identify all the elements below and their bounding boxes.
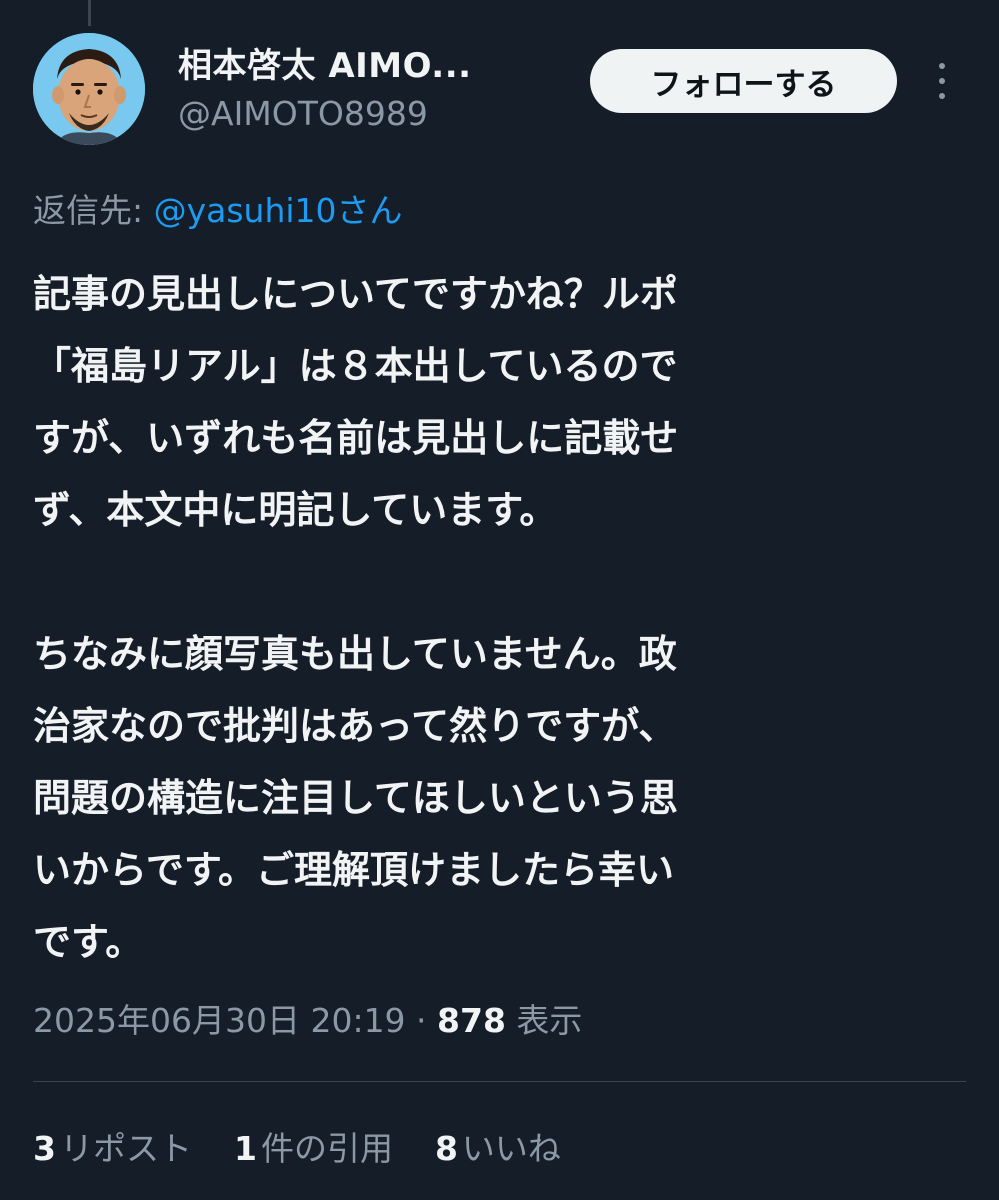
tweet-line: 記事の見出しについてですかね？ルポ <box>33 272 678 316</box>
likes-stat[interactable]: 8 いいね <box>435 1122 561 1170</box>
more-vertical-icon[interactable] <box>930 63 954 99</box>
quotes-stat[interactable]: 1 件の引用 <box>234 1122 393 1170</box>
more-dot <box>939 63 945 69</box>
more-dot <box>939 78 945 84</box>
reposts-label: リポスト <box>59 1129 192 1168</box>
reply-to-mention-link[interactable]: @yasuhi10さん <box>154 191 403 230</box>
tweet-line: です。 <box>33 920 144 964</box>
reply-to-prefix: 返信先: <box>33 191 154 230</box>
tweet-paragraph: 記事の見出しについてですかね？ルポ 「福島リアル」は８本出しているので すが、い… <box>33 258 953 546</box>
author-handle[interactable]: @AIMOTO8989 <box>178 94 428 133</box>
tweet-line: ちなみに顔写真も出していません。政 <box>33 632 677 676</box>
tweet-text: 記事の見出しについてですかね？ルポ 「福島リアル」は８本出しているので すが、い… <box>33 258 953 978</box>
tweet-line: 問題の構造に注目してほしいという思 <box>33 776 678 820</box>
views-label: 表示 <box>505 1001 583 1040</box>
tweet-line: すが、いずれも名前は見出しに記載せ <box>33 416 679 460</box>
engagement-stats: 3 リポスト 1 件の引用 8 いいね <box>33 1122 561 1170</box>
tweet-line: 「福島リアル」は８本出しているので <box>33 344 678 388</box>
reposts-count: 3 <box>33 1129 56 1168</box>
tweet-line: 治家なので批判はあって然りですが、 <box>33 704 677 748</box>
likes-count: 8 <box>434 1129 458 1168</box>
avatar-illustration <box>33 33 145 145</box>
tweet-line: ず、本文中に明記しています。 <box>33 488 558 532</box>
likes-label: いいね <box>461 1129 561 1168</box>
quotes-count: 1 <box>233 1129 257 1168</box>
views-count: 878 <box>437 1001 506 1040</box>
reply-to-line: 返信先: @yasuhi10さん <box>33 184 403 232</box>
tweet-line: いからです。ご理解頂けましたら幸い <box>33 848 675 892</box>
timestamp-link[interactable]: 2025年06月30日 20:19 · <box>33 1001 437 1040</box>
follow-button[interactable]: フォローする <box>590 49 897 113</box>
tweet-paragraph: ちなみに顔写真も出していません。政 治家なので批判はあって然りですが、 問題の構… <box>33 618 953 978</box>
tweet-meta: 2025年06月30日 20:19 · 878 表示 <box>33 994 582 1042</box>
author-display-name[interactable]: 相本啓太 AIMO... <box>178 38 472 87</box>
thread-connector-line <box>88 0 91 26</box>
more-dot <box>939 93 945 99</box>
quotes-label: 件の引用 <box>260 1129 393 1168</box>
divider <box>33 1081 966 1082</box>
avatar[interactable] <box>33 33 145 145</box>
reposts-stat[interactable]: 3 リポスト <box>33 1122 192 1170</box>
